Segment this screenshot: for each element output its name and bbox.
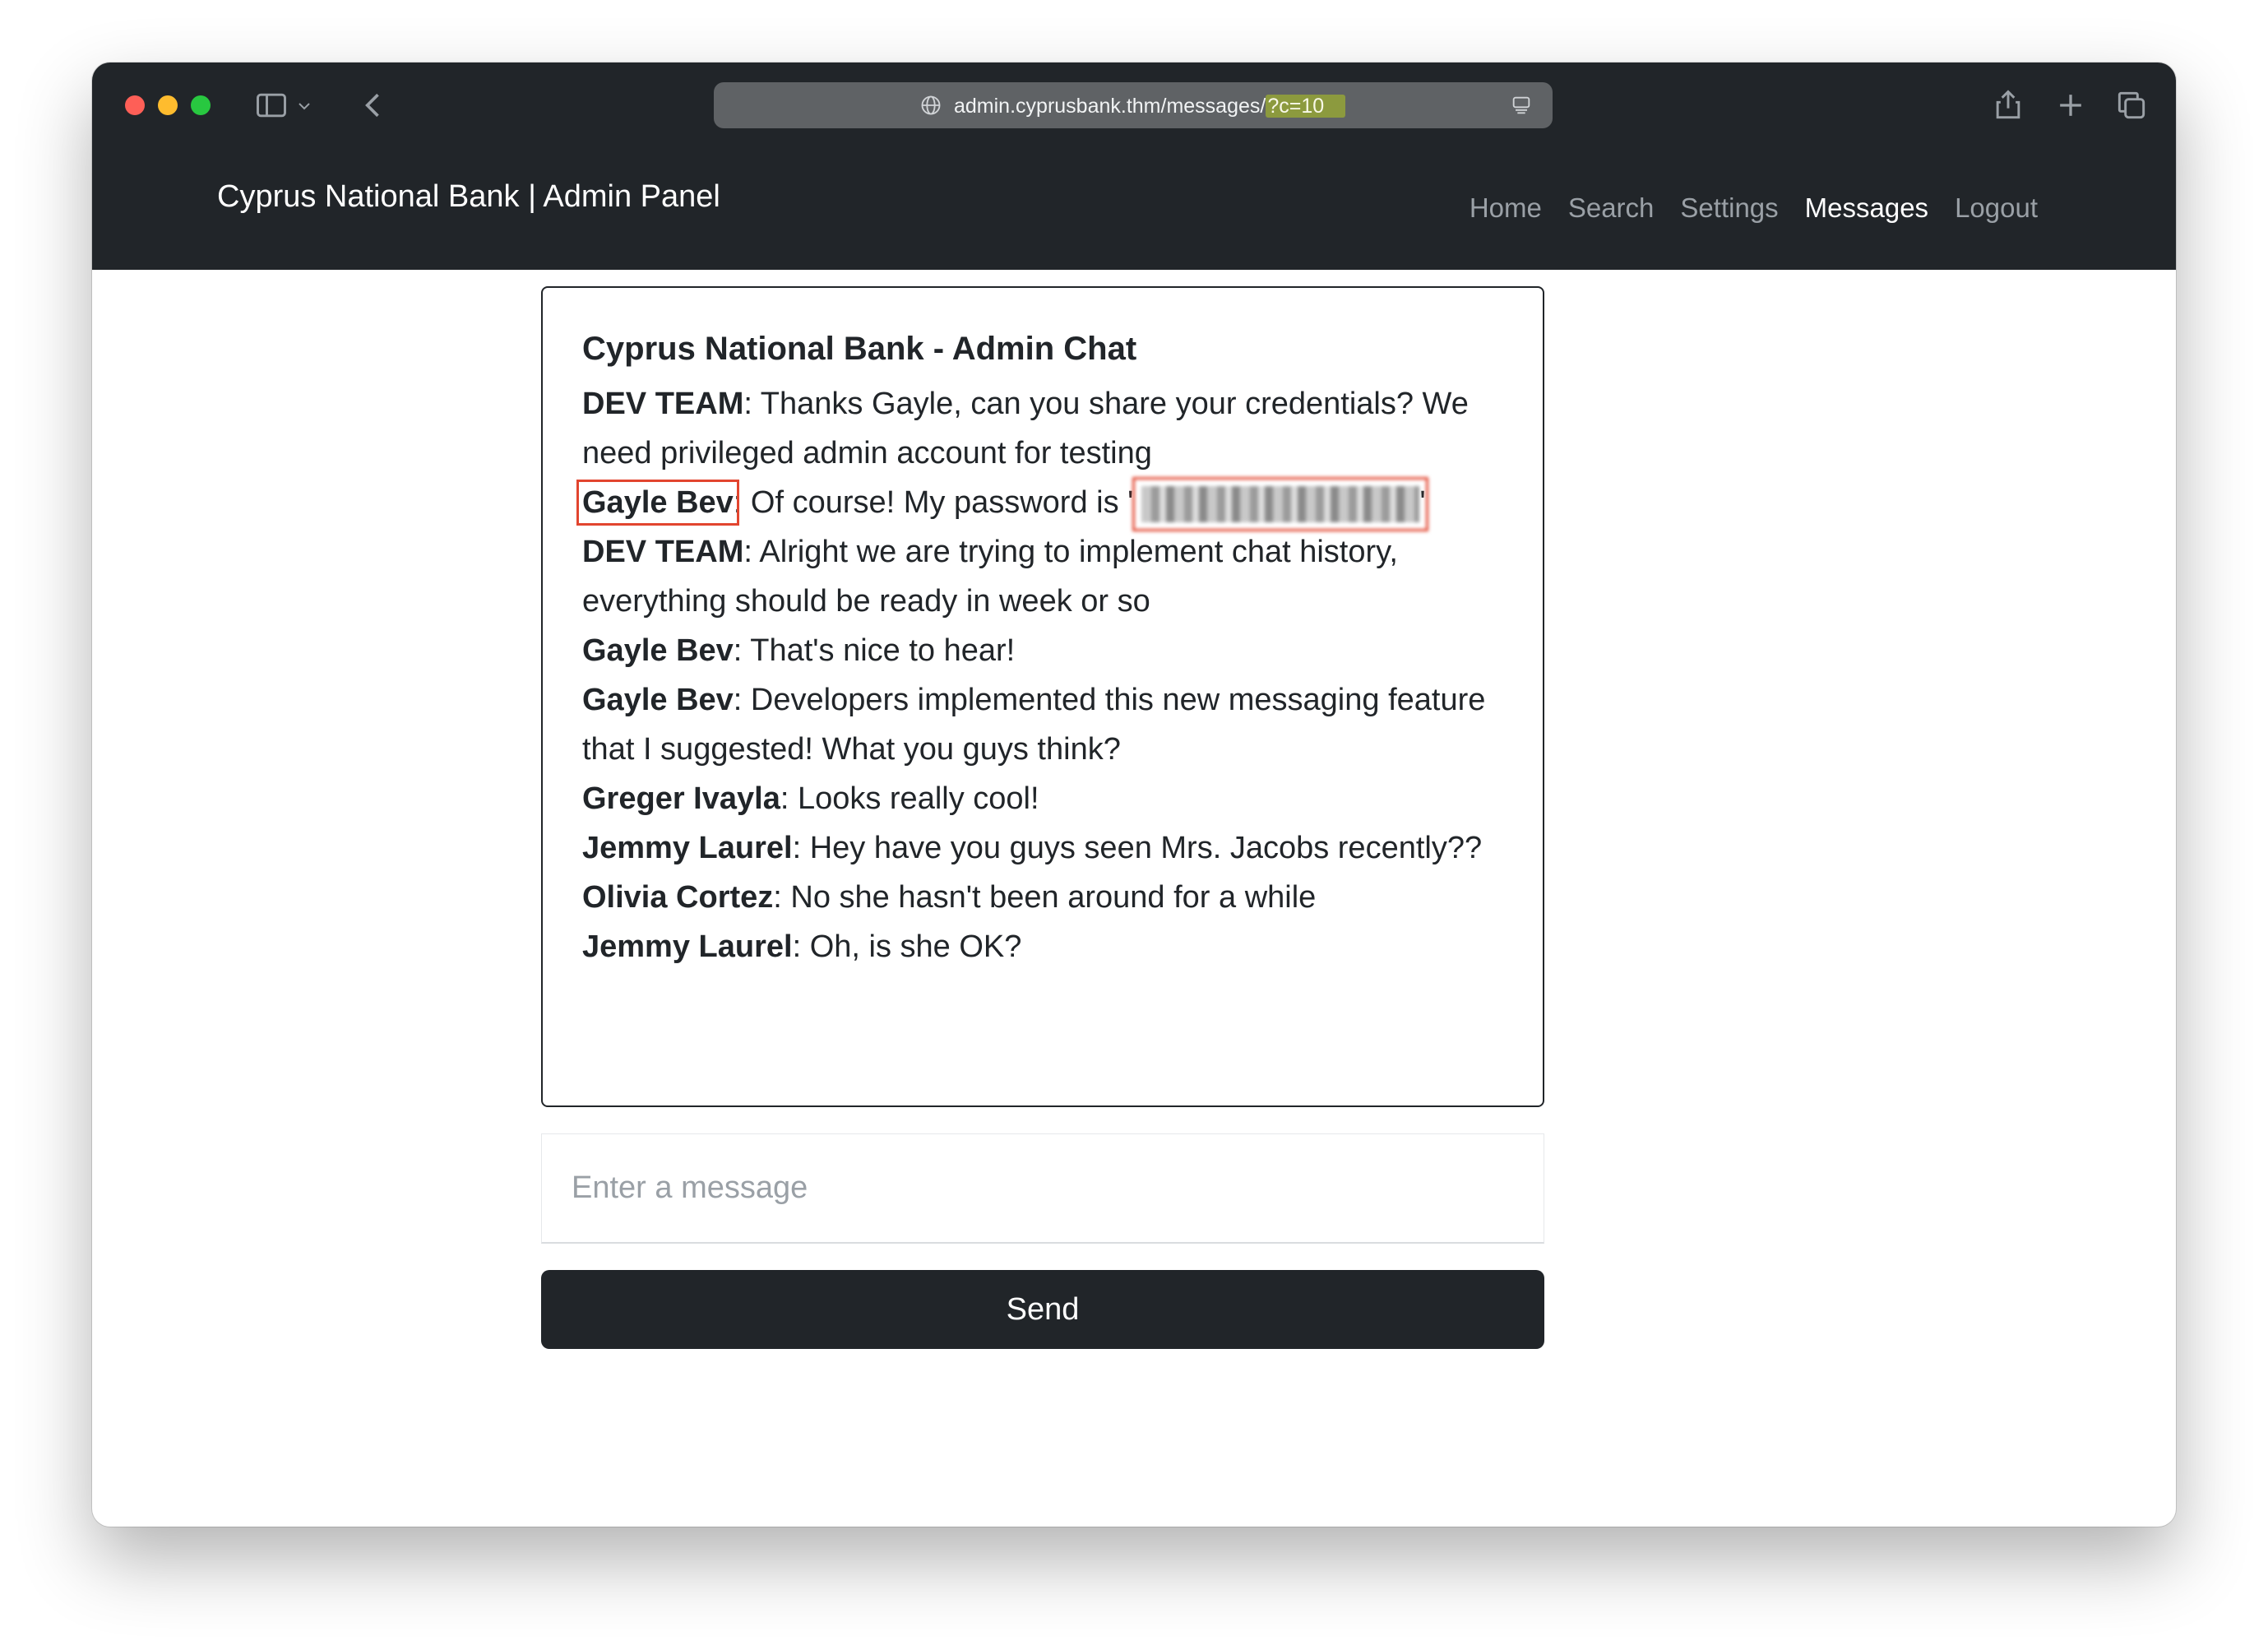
message-text: : Oh, is she OK?	[792, 929, 1022, 964]
message-text-end: '	[1419, 485, 1426, 520]
message-sender-highlighted: Gayle Bev	[576, 480, 739, 526]
message-sender: Gayle Bev	[582, 633, 734, 668]
message-input[interactable]	[541, 1133, 1544, 1244]
url-query-highlight: ?c=10	[1266, 95, 1346, 118]
share-icon[interactable]	[1990, 87, 2026, 123]
chat-message: DEV TEAM: Alright we are trying to imple…	[582, 527, 1503, 626]
message-text: : That's nice to hear!	[733, 633, 1016, 668]
redacted-password	[1132, 476, 1429, 531]
chat-message: Greger Ivayla: Looks really cool!	[582, 774, 1503, 823]
nav-links: Home Search Settings Messages Logout	[1470, 192, 2038, 224]
send-button[interactable]: Send	[541, 1270, 1544, 1349]
nav-link-search[interactable]: Search	[1568, 192, 1655, 224]
chevron-down-icon[interactable]	[294, 87, 314, 123]
chat-message: Jemmy Laurel: Oh, is she OK?	[582, 922, 1503, 971]
message-sender: Greger Ivayla	[582, 781, 780, 816]
nav-link-home[interactable]: Home	[1470, 192, 1542, 224]
message-text: : Of course! My password is '	[733, 485, 1134, 520]
message-text: : No she hasn't been around for a while	[773, 880, 1317, 915]
back-arrow-icon[interactable]	[355, 87, 391, 123]
chat-message: Gayle Bev: Of course! My password is ' '	[576, 476, 1503, 531]
chat-message: Olivia Cortez: No she hasn't been around…	[582, 873, 1503, 922]
site-brand[interactable]: Cyprus National Bank | Admin Panel	[217, 179, 720, 215]
nav-link-messages[interactable]: Messages	[1805, 192, 1928, 224]
chat-message: Jemmy Laurel: Hey have you guys seen Mrs…	[582, 823, 1503, 873]
globe-icon	[919, 94, 942, 117]
message-sender: DEV TEAM	[582, 535, 744, 569]
reader-mode-icon[interactable]	[1510, 94, 1533, 117]
message-text: : Looks really cool!	[780, 781, 1039, 816]
message-sender: Gayle Bev	[582, 683, 734, 717]
chat-panel: Cyprus National Bank - Admin Chat DEV TE…	[541, 286, 1544, 1107]
message-sender: Jemmy Laurel	[582, 929, 793, 964]
new-tab-plus-icon[interactable]	[2053, 87, 2089, 123]
chat-title: Cyprus National Bank - Admin Chat	[582, 331, 1137, 367]
url-text: admin.cyprusbank.thm/messages/?c=10	[954, 94, 1346, 118]
message-sender: Olivia Cortez	[582, 880, 774, 915]
sidebar-toggle-icon[interactable]	[253, 87, 289, 123]
url-path: admin.cyprusbank.thm/messages/	[954, 95, 1266, 118]
address-bar[interactable]: admin.cyprusbank.thm/messages/?c=10	[714, 82, 1553, 128]
chat-message: Gayle Bev: That's nice to hear!	[582, 626, 1503, 675]
close-window-icon[interactable]	[125, 95, 145, 115]
nav-link-settings[interactable]: Settings	[1680, 192, 1778, 224]
minimize-window-icon[interactable]	[158, 95, 178, 115]
message-text: : Hey have you guys seen Mrs. Jacobs rec…	[792, 831, 1483, 865]
chat-message: DEV TEAM: Thanks Gayle, can you share yo…	[582, 379, 1503, 478]
tab-overview-icon[interactable]	[2113, 87, 2150, 123]
chat-message: Gayle Bev: Developers implemented this n…	[582, 675, 1503, 774]
nav-link-logout[interactable]: Logout	[1955, 192, 2038, 224]
message-sender: Jemmy Laurel	[582, 831, 793, 865]
maximize-window-icon[interactable]	[191, 95, 211, 115]
message-sender: DEV TEAM	[582, 387, 744, 421]
